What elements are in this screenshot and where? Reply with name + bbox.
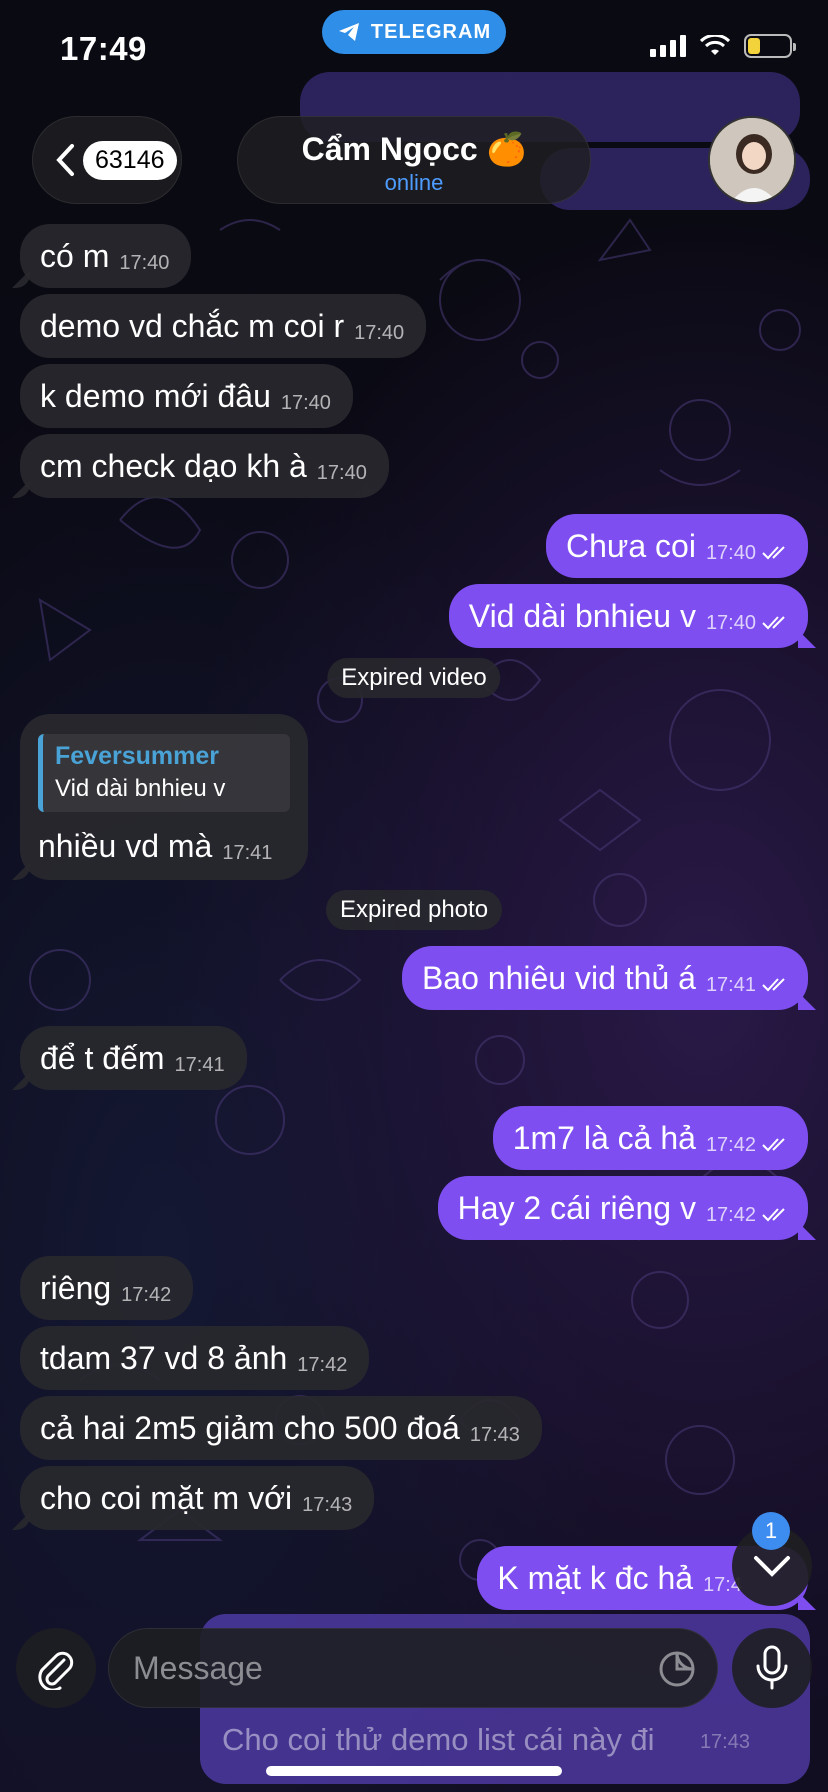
read-checkmarks-icon [762,1138,785,1152]
expired-video-notice[interactable]: Expired video [327,658,501,698]
sticker-icon[interactable] [657,1649,697,1689]
message-text: Vid dài bnhieu v [468,597,696,634]
battery-level [748,38,760,54]
message-incoming-reply[interactable]: Feversummer Vid dài bnhieu v nhiều vd mà… [20,714,308,880]
message-time: 17:40 [280,391,331,414]
message-time: 17:40 [119,251,170,274]
wifi-icon [700,35,730,55]
message-incoming[interactable]: k demo mới đâu 17:40 [20,364,353,428]
message-text: có m [40,237,110,274]
message-incoming[interactable]: tdam 37 vd 8 ảnh 17:42 [20,1326,370,1390]
reply-quote[interactable]: Feversummer Vid dài bnhieu v [38,734,290,812]
message-time: 17:42 [705,1133,756,1156]
status-indicators [650,34,796,58]
message-text: tdam 37 vd 8 ảnh [40,1339,288,1376]
back-button[interactable]: 63146 [32,116,182,204]
voice-message-button[interactable] [732,1628,812,1708]
message-text: Bao nhiêu vid thủ á [421,959,696,996]
message-incoming[interactable]: cả hai 2m5 giảm cho 500 đoá 17:43 [20,1396,542,1460]
avatar-photo [710,118,794,202]
message-time: 17:41 [705,973,756,996]
message-outgoing[interactable]: 1m7 là cả hả 17:42 [492,1106,808,1170]
message-time: 17:40 [354,321,405,344]
message-text: demo vd chắc m coi r [40,307,345,344]
unread-badge: 1 [752,1512,790,1550]
message-time: 17:42 [297,1353,348,1376]
message-time: 17:42 [705,1203,756,1226]
message-text: k demo mới đâu [40,377,271,414]
cellular-signal-icon [650,35,686,57]
unread-count: 63146 [83,140,177,180]
home-indicator [266,1766,562,1776]
contact-status: online [384,170,444,195]
telegram-pill[interactable]: TELEGRAM [322,10,506,54]
reply-author: Feversummer [55,742,219,770]
ghost-message-text: Cho coi thử demo list cái này đi [222,1722,655,1757]
battery-icon [744,34,796,58]
message-text: Hay 2 cái riêng v [457,1189,696,1226]
chat-title[interactable]: Cẩm Ngọcc 🍊 online [237,116,591,204]
message-time: 17:43 [302,1493,353,1516]
message-text: cm check dạo kh à [40,447,307,484]
telegram-pill-label: TELEGRAM [370,20,492,43]
ghost-message-time: 17:43 [699,1731,750,1753]
reply-text: Vid dài bnhieu v [55,775,226,802]
message-time: 17:41 [222,842,273,864]
message-incoming[interactable]: cho coi mặt m với 17:43 [20,1466,375,1530]
message-text: cả hai 2m5 giảm cho 500 đoá [40,1409,460,1446]
message-time: 17:43 [469,1423,520,1446]
paperclip-icon [38,1651,74,1690]
microphone-icon [756,1645,788,1690]
message-text: để t đếm [40,1039,165,1076]
message-text: cho coi mặt m với [40,1479,293,1516]
avatar[interactable] [708,116,796,204]
chevron-down-icon [754,1556,790,1577]
message-outgoing[interactable]: Bao nhiêu vid thủ á 17:41 [401,946,808,1010]
message-text: Chưa coi [566,527,696,564]
message-text: nhiều vd mà [38,828,213,864]
chevron-left-icon [56,144,74,176]
read-checkmarks-icon [762,546,785,560]
message-time: 17:42 [121,1283,172,1306]
message-time: 17:40 [316,461,367,484]
message-outgoing[interactable]: Hay 2 cái riêng v 17:42 [437,1176,808,1240]
attach-button[interactable] [16,1628,96,1708]
message-text: 1m7 là cả hả [512,1119,696,1156]
contact-name: Cẩm Ngọcc 🍊 [301,131,527,167]
expired-photo-notice[interactable]: Expired photo [325,890,503,930]
message-text: riêng [40,1269,112,1306]
status-bar: 17:49 TELEGRAM [0,0,828,96]
message-input[interactable]: Message [108,1628,718,1708]
message-time: 17:40 [705,611,756,634]
message-time: 17:40 [705,541,756,564]
message-time: 17:41 [174,1053,225,1076]
message-placeholder: Message [133,1649,263,1686]
message-incoming[interactable]: riêng 17:42 [20,1256,194,1320]
message-text: K mặt k đc hả [497,1559,694,1596]
telegram-icon [338,23,359,41]
message-incoming[interactable]: demo vd chắc m coi r 17:40 [20,294,427,358]
message-incoming[interactable]: để t đếm 17:41 [20,1026,247,1090]
read-checkmarks-icon [762,616,785,630]
message-outgoing[interactable]: Vid dài bnhieu v 17:40 [448,584,808,648]
read-checkmarks-icon [762,978,785,992]
read-checkmarks-icon [762,1208,785,1222]
message-outgoing[interactable]: Chưa coi 17:40 [546,514,808,578]
message-incoming[interactable]: có m 17:40 [20,224,192,288]
message-incoming[interactable]: cm check dạo kh à 17:40 [20,434,389,498]
status-time: 17:49 [60,30,147,67]
